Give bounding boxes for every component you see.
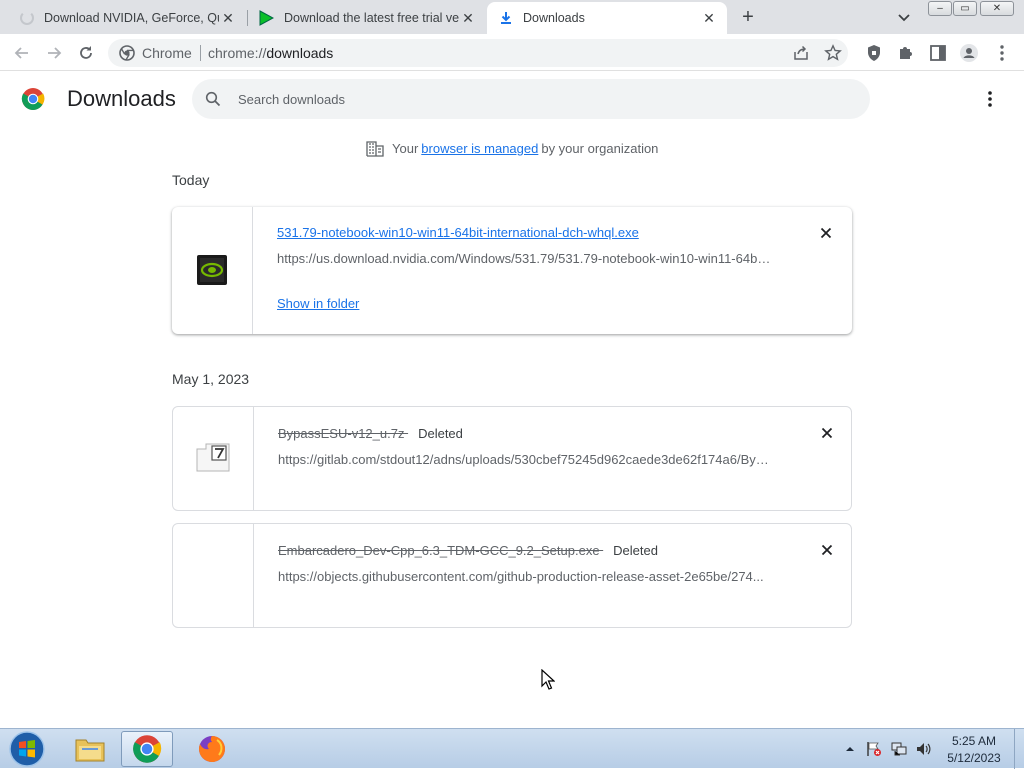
managed-prefix: Your: [392, 141, 419, 156]
remove-item-close-icon[interactable]: [818, 541, 836, 559]
reload-icon[interactable]: [76, 43, 96, 63]
tab-downloads[interactable]: Downloads ✕: [487, 2, 727, 34]
firefox-icon: [199, 736, 225, 762]
file-icon-column: [173, 524, 254, 627]
taskbar-chrome[interactable]: [121, 731, 173, 767]
downloads-menu-kebab-icon[interactable]: [980, 88, 1000, 110]
nvidia-icon: [197, 255, 227, 285]
tab-separator: [247, 10, 248, 26]
back-arrow-icon[interactable]: [12, 43, 32, 63]
show-in-folder-link[interactable]: Show in folder: [277, 296, 359, 311]
omnibox-url[interactable]: chrome://downloads: [208, 45, 333, 61]
date-header-today: Today: [172, 172, 210, 188]
remove-item-close-icon[interactable]: [817, 224, 835, 242]
network-icon[interactable]: [891, 741, 907, 757]
building-icon: [366, 141, 384, 157]
maximize-button[interactable]: ▭: [953, 1, 977, 16]
file-icon-column: [172, 207, 253, 334]
omnibox-divider: [200, 45, 201, 61]
remove-item-close-icon[interactable]: [818, 424, 836, 442]
tray-expand-arrow-icon[interactable]: [845, 744, 855, 754]
file-source-url[interactable]: https://gitlab.com/stdout12/adns/uploads…: [278, 452, 773, 467]
taskbar-firefox[interactable]: [186, 731, 238, 767]
file-source-url[interactable]: https://us.download.nvidia.com/Windows/5…: [277, 251, 772, 266]
tab-close-icon[interactable]: ✕: [460, 10, 476, 26]
file-name-deleted: BypassESU-v12_u.7z Deleted: [278, 426, 463, 441]
play-triangle-icon: [259, 10, 274, 26]
file-icon-column: [173, 407, 254, 510]
file-name-link[interactable]: 531.79-notebook-win10-win11-64bit-intern…: [277, 225, 639, 240]
omnibox[interactable]: Chrome chrome://downloads: [108, 39, 848, 67]
file-name-deleted: Embarcadero_Dev-Cpp_6.3_TDM-GCC_9.2_Setu…: [278, 543, 658, 558]
download-item: Embarcadero_Dev-Cpp_6.3_TDM-GCC_9.2_Setu…: [172, 523, 852, 628]
download-item: 531.79-notebook-win10-win11-64bit-intern…: [172, 207, 852, 334]
browser-managed-link[interactable]: browser is managed: [421, 141, 538, 156]
clock-time: 5:25 AM: [951, 734, 997, 748]
start-orb-icon[interactable]: [7, 729, 47, 769]
folder-icon: [75, 739, 105, 762]
deleted-status: Deleted: [613, 543, 658, 558]
chrome-taskbar-icon: [133, 735, 162, 763]
search-icon: [205, 91, 221, 107]
file-source-url[interactable]: https://objects.githubusercontent.com/gi…: [278, 569, 773, 584]
archive-7z-icon: [196, 443, 230, 472]
mouse-cursor-icon: [541, 669, 555, 690]
managed-notice: Your browser is managed by your organiza…: [366, 140, 658, 157]
chrome-site-icon: [119, 45, 135, 61]
taskbar-file-explorer[interactable]: [64, 731, 116, 767]
download-item: BypassESU-v12_u.7z Deleted https://gitla…: [172, 406, 852, 511]
chrome-logo-icon: [21, 88, 45, 110]
tab-free-trial[interactable]: Download the latest free trial version ✕: [250, 2, 486, 34]
tab-title: Downloads: [523, 11, 585, 25]
managed-suffix: by your organization: [541, 141, 659, 156]
tab-search-chevron-icon[interactable]: [896, 9, 912, 25]
profile-avatar-icon[interactable]: [959, 43, 979, 63]
date-header-may-1: May 1, 2023: [172, 371, 250, 387]
forward-arrow-icon[interactable]: [44, 43, 64, 63]
share-icon[interactable]: [792, 44, 810, 62]
toolbar: Chrome chrome://downloads: [0, 34, 1024, 71]
extensions-puzzle-icon[interactable]: [896, 43, 916, 63]
windows-taskbar: 5:25 AM 5/12/2023: [0, 728, 1024, 769]
close-window-button[interactable]: ✕: [980, 1, 1014, 16]
side-panel-icon[interactable]: [928, 43, 948, 63]
download-icon: [501, 12, 511, 24]
tab-title: Download the latest free trial version: [284, 11, 459, 25]
new-tab-button[interactable]: +: [737, 6, 759, 28]
show-desktop-button[interactable]: [1014, 729, 1024, 769]
search-input[interactable]: [236, 89, 836, 109]
tab-nvidia[interactable]: Download NVIDIA, GeForce, Quadro ✕: [10, 2, 246, 34]
taskbar-clock[interactable]: 5:25 AM 5/12/2023: [940, 733, 1008, 767]
search-bar[interactable]: [192, 79, 870, 119]
bookmark-star-icon[interactable]: [824, 44, 842, 62]
shield-extension-icon[interactable]: [864, 43, 884, 63]
action-center-flag-icon[interactable]: [866, 741, 882, 757]
tab-strip: Download NVIDIA, GeForce, Quadro ✕ Downl…: [0, 0, 1024, 34]
minimize-button[interactable]: –: [928, 1, 952, 16]
tab-title: Download NVIDIA, GeForce, Quadro: [44, 11, 219, 25]
page-title: Downloads: [67, 86, 176, 111]
omnibox-site-label: Chrome: [142, 45, 192, 61]
deleted-status: Deleted: [418, 426, 463, 441]
chrome-menu-kebab-icon[interactable]: [992, 43, 1012, 63]
tab-close-icon[interactable]: ✕: [701, 10, 717, 26]
clock-date: 5/12/2023: [947, 751, 1001, 765]
volume-icon[interactable]: [915, 741, 931, 757]
spinner-icon: [20, 11, 34, 25]
tab-close-icon[interactable]: ✕: [220, 10, 236, 26]
